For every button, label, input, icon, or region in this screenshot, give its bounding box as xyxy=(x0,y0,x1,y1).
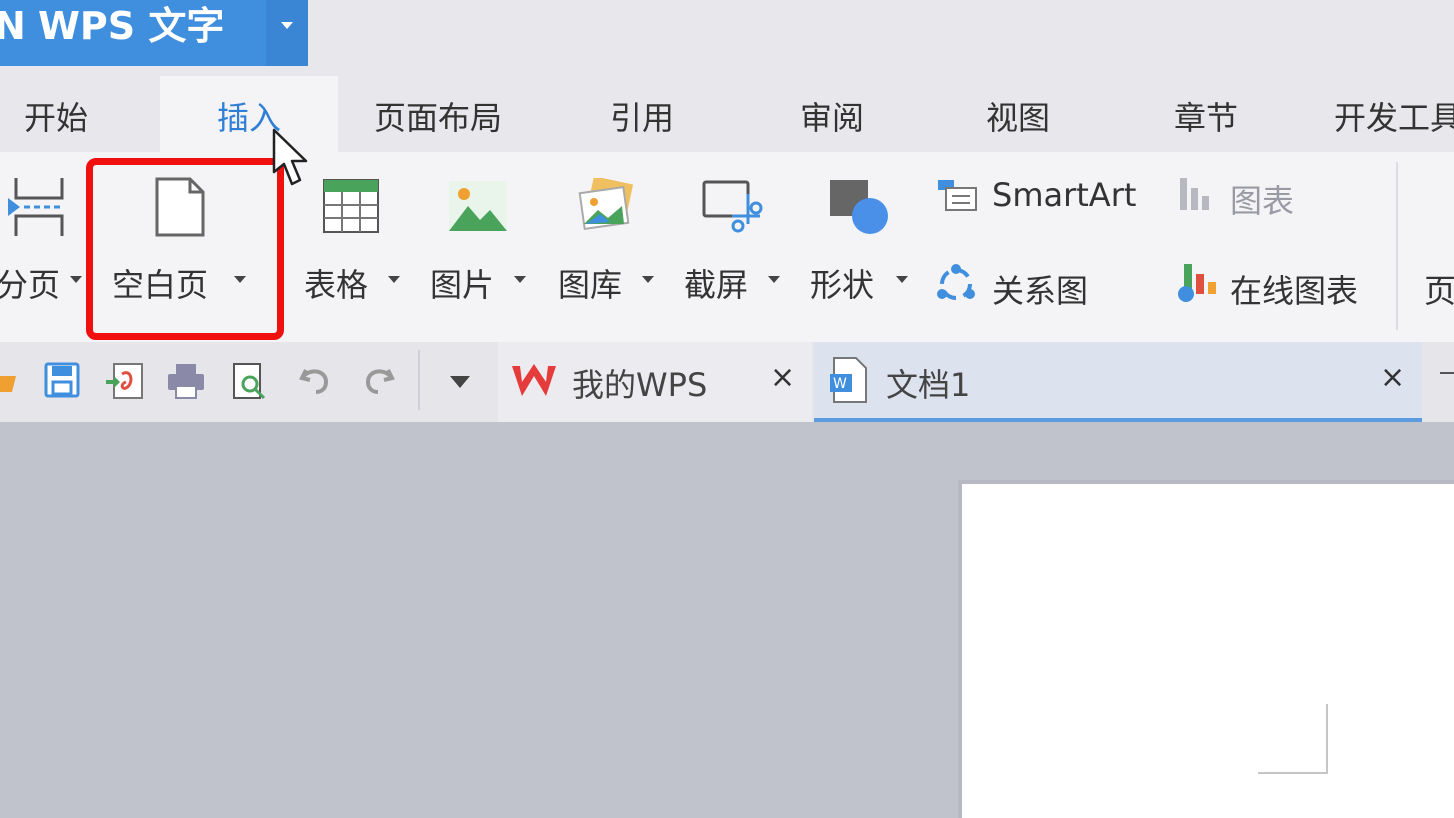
online-chart-button[interactable]: 在线图表 xyxy=(1174,258,1384,310)
open-icon[interactable] xyxy=(0,366,20,402)
highlight-box xyxy=(86,158,284,340)
svg-text:W: W xyxy=(833,376,847,392)
export-pdf-icon[interactable] xyxy=(104,362,146,400)
picture-caret xyxy=(514,276,526,283)
title-bar: WPS 文字 N xyxy=(0,0,1454,76)
shapes-caret xyxy=(896,276,908,283)
caret-down-icon xyxy=(281,22,293,29)
tab-document-1-close-icon[interactable]: × xyxy=(1380,360,1405,395)
online-chart-icon xyxy=(1178,264,1216,302)
picture-button[interactable]: 图片 xyxy=(428,152,536,332)
next-group-label: 页 xyxy=(1424,272,1454,308)
gallery-icon xyxy=(578,178,634,231)
undo-icon[interactable] xyxy=(298,362,332,396)
insert-ribbon: 分页 空白页 表格 图片 图库 截屏 形状 SmartArt 图表 关系图 在线… xyxy=(0,152,1454,342)
margin-mark-vertical xyxy=(1326,704,1328,774)
page-break-icon xyxy=(8,178,64,236)
quick-access-divider xyxy=(418,350,420,410)
gallery-caret xyxy=(642,276,654,283)
screenshot-button[interactable]: 截屏 xyxy=(682,152,790,332)
shapes-icon xyxy=(830,180,888,234)
tab-document-1-label: 文档1 xyxy=(886,366,971,404)
table-icon xyxy=(323,179,379,233)
document-page[interactable] xyxy=(962,484,1454,818)
relation-chart-button[interactable]: 关系图 xyxy=(934,258,1114,310)
save-icon[interactable] xyxy=(44,362,80,398)
redo-icon[interactable] xyxy=(362,362,396,396)
tab-page-layout[interactable]: 页面布局 xyxy=(374,76,502,152)
tab-review[interactable]: 审阅 xyxy=(800,76,864,152)
print-icon[interactable] xyxy=(166,362,206,400)
relation-chart-icon xyxy=(937,264,975,300)
page-break-button[interactable]: 分页 xyxy=(0,152,86,332)
word-doc-icon: W xyxy=(830,357,867,403)
shapes-button[interactable]: 形状 xyxy=(808,152,916,332)
screenshot-scissors-icon xyxy=(702,180,763,233)
tab-start[interactable]: 开始 xyxy=(24,76,88,152)
relation-chart-label: 关系图 xyxy=(992,272,1089,310)
wps-logo-icon xyxy=(512,364,556,396)
new-tab-button[interactable] xyxy=(1440,372,1454,386)
mouse-cursor-icon xyxy=(272,128,308,186)
smartart-label: SmartArt xyxy=(992,176,1137,214)
gallery-button[interactable]: 图库 xyxy=(556,152,664,332)
app-title-edge-glyph: N xyxy=(0,4,26,48)
tab-my-wps[interactable]: 我的WPS × xyxy=(498,342,812,422)
gallery-label: 图库 xyxy=(558,266,623,304)
online-chart-label: 在线图表 xyxy=(1230,272,1359,310)
smartart-button[interactable]: SmartArt xyxy=(934,174,1164,224)
menu-bar: 开始 插入 页面布局 引用 审阅 视图 章节 开发工具 xyxy=(0,76,1454,152)
tab-my-wps-label: 我的WPS xyxy=(572,366,708,404)
app-menu-dropdown[interactable] xyxy=(266,0,308,66)
table-caret xyxy=(388,276,400,283)
next-group-button[interactable]: 页 xyxy=(1424,258,1454,308)
shapes-label: 形状 xyxy=(810,266,875,304)
customize-dropdown-icon[interactable] xyxy=(448,374,472,390)
screenshot-caret xyxy=(768,276,780,283)
tab-my-wps-close-icon[interactable]: × xyxy=(770,360,795,395)
tab-chapter[interactable]: 章节 xyxy=(1174,76,1238,152)
chart-label: 图表 xyxy=(1230,182,1295,220)
picture-label: 图片 xyxy=(430,266,495,304)
table-button[interactable]: 表格 xyxy=(300,152,408,332)
page-break-caret xyxy=(70,276,82,283)
bar-chart-icon xyxy=(1180,178,1209,210)
chart-button[interactable]: 图表 xyxy=(1176,174,1326,224)
ribbon-divider xyxy=(1396,162,1398,330)
tab-references[interactable]: 引用 xyxy=(610,76,674,152)
table-label: 表格 xyxy=(304,266,369,304)
app-title: WPS 文字 xyxy=(38,4,225,48)
smartart-icon xyxy=(938,180,977,211)
tab-view[interactable]: 视图 xyxy=(986,76,1050,152)
margin-mark-horizontal xyxy=(1258,772,1328,774)
print-preview-icon[interactable] xyxy=(232,362,268,402)
app-menu-button[interactable]: WPS 文字 N xyxy=(0,0,266,66)
quick-access-and-tabs-bar: 我的WPS × W 文档1 × xyxy=(0,342,1454,422)
page-break-label: 分页 xyxy=(0,266,61,304)
picture-icon xyxy=(449,181,507,231)
screenshot-label: 截屏 xyxy=(684,266,749,304)
tab-document-1[interactable]: W 文档1 × xyxy=(814,342,1422,422)
tab-developer-tools[interactable]: 开发工具 xyxy=(1334,76,1454,152)
